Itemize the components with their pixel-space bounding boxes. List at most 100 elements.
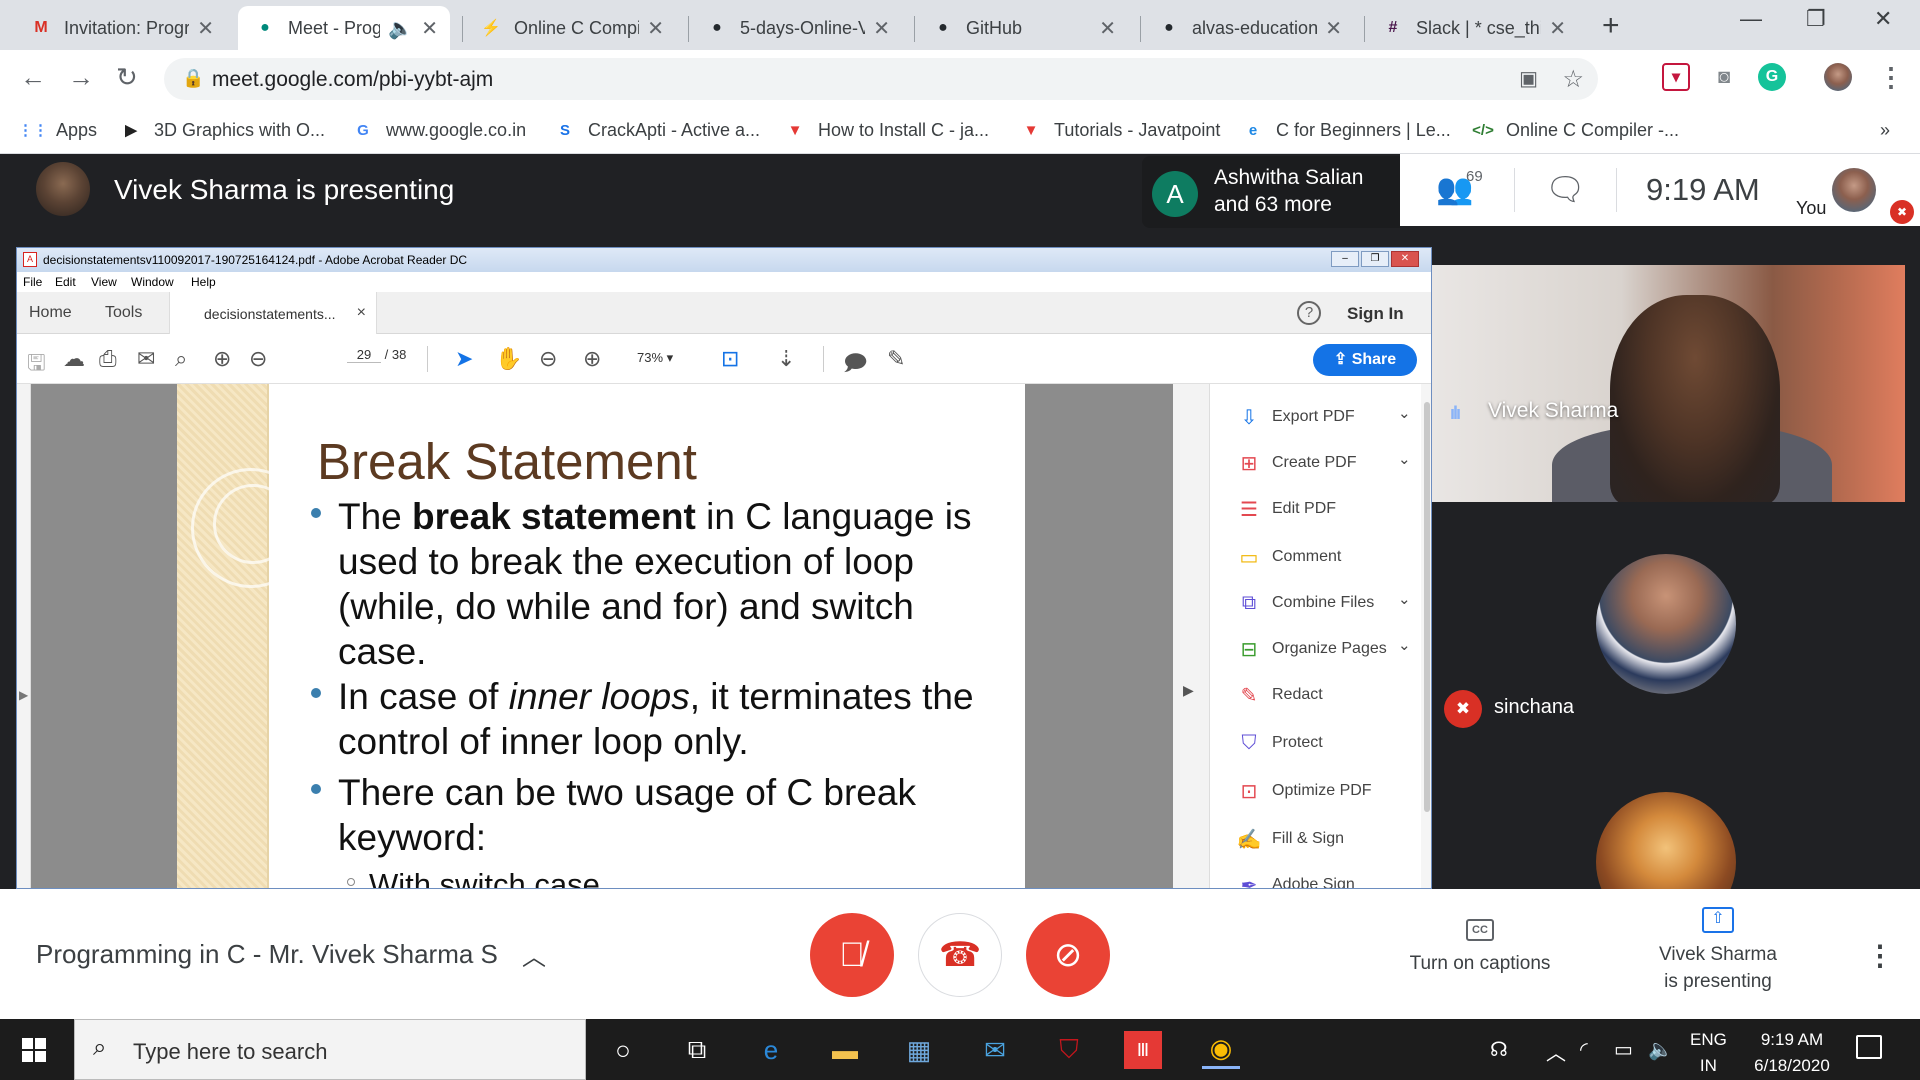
microsoft-store-icon[interactable]: ▦ [900, 1031, 938, 1069]
share-button[interactable]: ⇪ Share [1313, 344, 1417, 376]
participants-summary[interactable]: A Ashwitha Salian and 63 more [1142, 156, 1400, 228]
tool-adobe-sign[interactable]: ✒ Adobe Sign [1236, 870, 1355, 889]
browser-tab[interactable]: ● Meet - Prog 🔈 ✕ [238, 6, 450, 50]
scroll-mode-icon[interactable]: ⇣ [777, 346, 795, 372]
chevron-down-icon[interactable]: ⌄ [1398, 590, 1411, 608]
menu-window[interactable]: Window [131, 275, 174, 289]
leave-call-button[interactable]: ☎ [918, 913, 1002, 997]
chat-icon[interactable]: 🗨 [1545, 170, 1586, 208]
browser-tab[interactable]: M Invitation: Progr ✕ [14, 6, 226, 50]
microphone-toggle-button[interactable]: 🎙̸ [810, 913, 894, 997]
close-document-tab-icon[interactable]: × [357, 304, 366, 322]
browser-tab[interactable]: ● GitHub ✕ [916, 6, 1128, 50]
edge-browser-icon[interactable]: e [752, 1031, 790, 1069]
maximize-button[interactable]: ❐ [1806, 6, 1826, 32]
tool-combine-files[interactable]: ⧉ Combine Files ⌄ [1236, 588, 1411, 618]
tool-export-pdf[interactable]: ⇩ Export PDF ⌄ [1236, 402, 1411, 432]
comment-tool-icon[interactable]: 🗩 [843, 346, 867, 384]
tool-organize-pages[interactable]: ⊟ Organize Pages ⌄ [1236, 634, 1411, 664]
tool-comment[interactable]: ▭ Comment [1236, 542, 1342, 572]
system-clock[interactable]: 9:19 AM 6/18/2020 [1744, 1027, 1840, 1079]
collapse-right-panel-icon[interactable]: ▶ [1183, 682, 1194, 699]
tab-audio-icon[interactable]: 🔈 [388, 16, 413, 41]
self-avatar[interactable] [1832, 168, 1876, 212]
camera-blocked-icon[interactable]: ▣ [1519, 66, 1538, 91]
chevron-down-icon[interactable]: ⌄ [1398, 450, 1411, 468]
close-tab-icon[interactable]: ✕ [421, 16, 438, 41]
taskbar-search-box[interactable]: ⌕ Type here to search [74, 1019, 586, 1080]
people-tray-icon[interactable]: ☊ [1490, 1037, 1508, 1062]
sign-in-link[interactable]: Sign In [1347, 304, 1404, 324]
input-language[interactable]: ENG IN [1690, 1027, 1727, 1079]
zoom-level[interactable]: 73% ▾ [637, 350, 673, 366]
forward-arrow-icon[interactable]: → [68, 62, 94, 93]
file-explorer-icon[interactable]: ▬ [826, 1031, 864, 1069]
chevron-down-icon[interactable]: ⌄ [1398, 636, 1411, 654]
tools-pane-scrollbar[interactable] [1421, 384, 1431, 888]
new-tab-button[interactable]: + [1602, 9, 1620, 43]
tool-create-pdf[interactable]: ⊞ Create PDF ⌄ [1236, 448, 1411, 478]
browser-tab[interactable]: # Slack | * cse_thir ✕ [1366, 6, 1578, 50]
wifi-icon[interactable]: ◜ [1580, 1037, 1588, 1062]
close-tab-icon[interactable]: ✕ [1549, 16, 1566, 41]
bookmark-item[interactable]: ⋮⋮ Apps [18, 114, 97, 146]
tool-fill-sign[interactable]: ✍ Fill & Sign [1236, 824, 1344, 854]
menu-view[interactable]: View [91, 275, 117, 289]
right-panel-toggle[interactable]: ▶ [1173, 384, 1209, 888]
camera-toggle-button[interactable]: ⊘ [1026, 913, 1110, 997]
windows-start-icon[interactable] [22, 1038, 46, 1062]
menu-help[interactable]: Help [191, 275, 216, 289]
browser-tab[interactable]: ● alvas-education ✕ [1142, 6, 1354, 50]
bookmark-item[interactable]: e C for Beginners | Le... [1242, 114, 1451, 146]
select-cursor-icon[interactable]: ➤ [455, 346, 473, 372]
extension-pocket-icon[interactable]: ▾ [1662, 63, 1690, 91]
reload-icon[interactable]: ↻ [116, 62, 138, 93]
document-viewport[interactable]: Break Statement The break statement in C… [31, 384, 1187, 888]
hand-tool-icon[interactable]: ✋ [495, 346, 522, 372]
bookmark-item[interactable]: </> Online C Compiler -... [1472, 114, 1679, 146]
bookmark-item[interactable]: ▶ 3D Graphics with O... [120, 114, 325, 146]
more-options-icon[interactable]: ⋮ [1866, 939, 1894, 972]
extension-grammarly-icon[interactable]: G [1758, 63, 1786, 91]
notification-center-icon[interactable] [1856, 1035, 1882, 1059]
left-panel-rail[interactable]: ▶ [17, 384, 31, 888]
close-tab-icon[interactable]: ✕ [873, 16, 890, 41]
tool-optimize-pdf[interactable]: ⊡ Optimize PDF [1236, 776, 1372, 806]
close-tab-icon[interactable]: ✕ [1325, 16, 1342, 41]
bookmark-item[interactable]: ▼ How to Install C - ja... [784, 114, 990, 146]
close-tab-icon[interactable]: ✕ [647, 16, 664, 41]
upload-cloud-icon[interactable]: ☁ [63, 346, 85, 372]
battery-icon[interactable]: ▭ [1614, 1037, 1633, 1062]
acrobat-restore-button[interactable]: ❐ [1361, 251, 1389, 267]
chevron-down-icon[interactable]: ⌄ [1398, 404, 1411, 422]
chevron-up-icon[interactable]: ︿ [1546, 1037, 1566, 1066]
tool-protect[interactable]: ⛉ Protect [1236, 728, 1323, 758]
menu-file[interactable]: File [23, 275, 42, 289]
bookmark-item[interactable]: Gwww.google.co.in [352, 114, 526, 146]
task-view-icon[interactable]: ⧉ [678, 1031, 716, 1069]
tool-edit-pdf[interactable]: ☰ Edit PDF [1236, 494, 1336, 524]
participant-tile-vivek[interactable]: ılı Vivek Sharma [1432, 265, 1905, 502]
fit-page-icon[interactable]: ⊡ [721, 346, 739, 372]
meeting-name[interactable]: Programming in C - Mr. Vivek Sharma S [36, 939, 498, 970]
save-icon[interactable]: 🖫 [27, 346, 46, 384]
highlight-pen-icon[interactable]: ✎ [887, 346, 905, 372]
zoom-out-icon[interactable]: ⊖ [539, 346, 557, 372]
browser-tab[interactable]: ● 5-days-Online-V ✕ [690, 6, 902, 50]
page-number-input[interactable]: 29 [347, 347, 381, 363]
mcafee-icon[interactable]: ⛉ [1050, 1031, 1088, 1069]
next-page-icon[interactable]: ⊖ [249, 346, 267, 372]
print-icon[interactable]: ⎙ [99, 346, 117, 372]
mail-icon[interactable]: ✉ [976, 1031, 1014, 1069]
present-button[interactable]: ⇧ Vivek Sharma is presenting [1636, 907, 1800, 995]
url-text[interactable]: meet.google.com/pbi-yybt-ajm [212, 68, 493, 92]
tab-document[interactable]: decisionstatements... × [169, 292, 377, 335]
tab-home[interactable]: Home [29, 304, 72, 322]
tab-tools[interactable]: Tools [105, 304, 142, 322]
search-icon[interactable]: ⌕ [175, 346, 187, 372]
captions-button[interactable]: CC Turn on captions [1400, 919, 1560, 975]
close-tab-icon[interactable]: ✕ [1099, 16, 1116, 41]
close-window-button[interactable]: ✕ [1874, 6, 1892, 32]
scrollbar-thumb[interactable] [1424, 402, 1430, 812]
cortana-icon[interactable]: ○ [604, 1031, 642, 1069]
